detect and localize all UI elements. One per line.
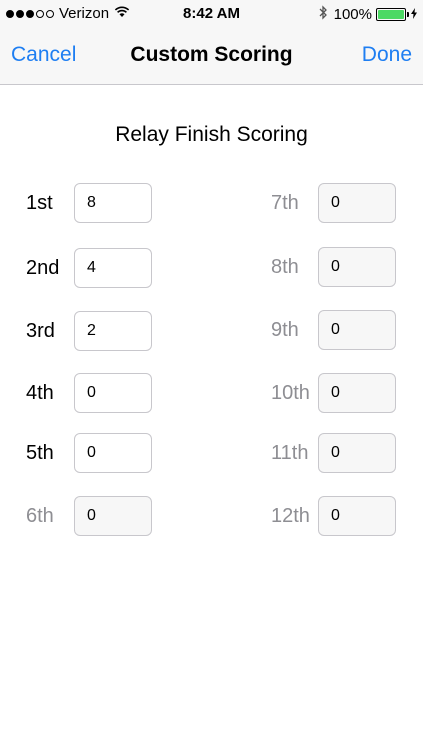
points-field-9th[interactable]: 0 xyxy=(318,310,396,350)
status-right: 100% xyxy=(319,5,417,24)
scoring-row-10th: 10th 0 xyxy=(0,373,423,413)
points-field-10th[interactable]: 0 xyxy=(318,373,396,413)
place-label: 7th xyxy=(271,192,299,214)
place-label: 8th xyxy=(271,256,299,278)
battery-percent: 100% xyxy=(333,6,372,23)
page-title: Custom Scoring xyxy=(130,43,293,66)
scoring-row-8th: 8th 0 xyxy=(0,247,423,287)
points-field-12th[interactable]: 0 xyxy=(318,496,396,536)
scoring-row-11th: 11th 0 xyxy=(0,433,423,473)
status-bar: Verizon 8:42 AM 100% xyxy=(0,0,423,28)
scoring-row-12th: 12th 0 xyxy=(0,496,423,536)
charging-bolt-icon xyxy=(411,6,417,23)
section-title: Relay Finish Scoring xyxy=(115,123,308,146)
bluetooth-icon xyxy=(319,5,328,24)
navigation-bar: Cancel Custom Scoring Done xyxy=(0,28,423,85)
battery-icon xyxy=(376,8,409,21)
place-label: 12th xyxy=(271,505,310,527)
points-field-11th[interactable]: 0 xyxy=(318,433,396,473)
points-field-8th[interactable]: 0 xyxy=(318,247,396,287)
place-label: 9th xyxy=(271,319,299,341)
points-field-7th[interactable]: 0 xyxy=(318,183,396,223)
scoring-row-7th: 7th 0 xyxy=(0,183,423,223)
done-button[interactable]: Done xyxy=(362,43,412,67)
place-label: 10th xyxy=(271,382,310,404)
place-label: 11th xyxy=(271,442,309,464)
scoring-row-9th: 9th 0 xyxy=(0,310,423,350)
